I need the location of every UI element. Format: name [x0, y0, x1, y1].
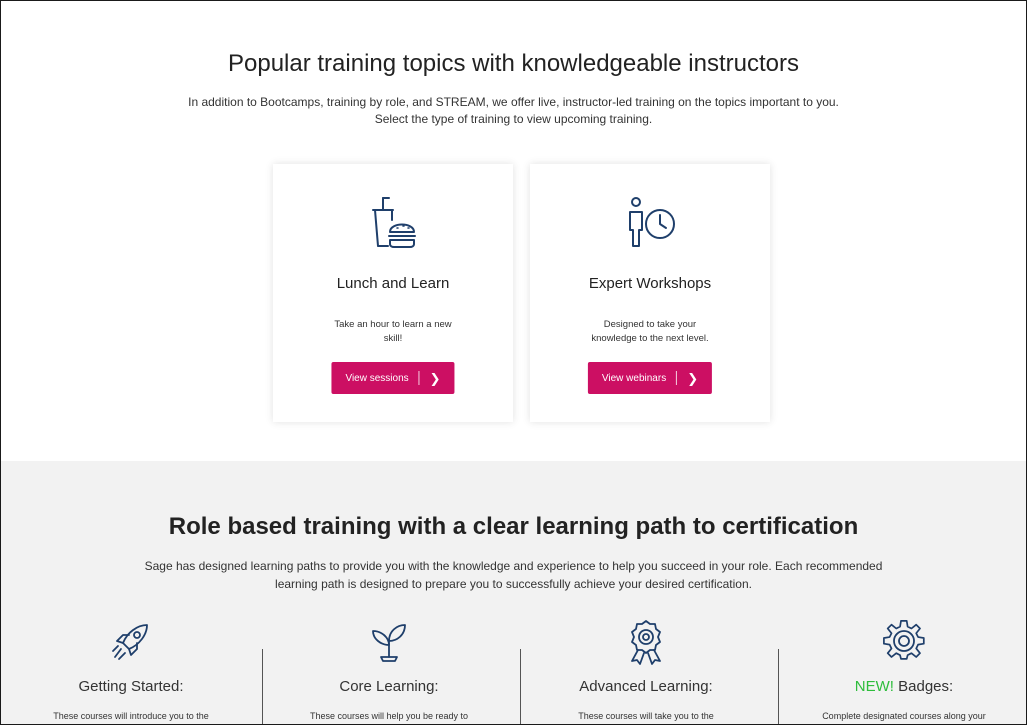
chevron-right-icon: ❯ [429, 370, 441, 386]
button-separator [676, 371, 678, 385]
rocket-icon [6, 619, 256, 665]
chevron-right-icon: ❯ [687, 370, 699, 386]
role-based-intro: Sage has designed learning paths to prov… [1, 557, 1026, 593]
training-topics-intro-line1: In addition to Bootcamps, training by ro… [188, 95, 839, 109]
role-based-intro-line1: Sage has designed learning paths to prov… [144, 559, 883, 573]
role-based-intro-line2: learning path is designed to prepare you… [275, 577, 752, 591]
award-ribbon-icon [521, 619, 771, 665]
expert-workshops-card: Expert Workshops Designed to take your k… [530, 164, 770, 422]
badges-title: NEW! Badges: [779, 678, 1026, 695]
advanced-learning-desc: These courses will take you to the [578, 711, 714, 721]
expert-workshops-desc-line2: knowledge to the next level. [591, 333, 709, 344]
core-learning-path: Core Learning: These courses will help y… [264, 613, 514, 724]
badges-path: NEW! Badges: Complete designated courses… [779, 613, 1026, 724]
view-webinars-button[interactable]: View webinars ❯ [587, 362, 713, 394]
getting-started-title: Getting Started: [78, 678, 184, 695]
page: Popular training topics with knowledgeab… [0, 0, 1027, 725]
training-topics-title: Popular training topics with knowledgeab… [228, 50, 799, 77]
lunch-icon [273, 194, 513, 264]
view-webinars-label: View webinars [601, 372, 667, 384]
role-based-section: Role based training with a clear learnin… [1, 461, 1026, 724]
expert-workshops-title: Expert Workshops [588, 275, 712, 292]
core-learning-title: Core Learning: [339, 678, 439, 695]
lunch-and-learn-title: Lunch and Learn [336, 275, 450, 292]
training-topics-intro-line2: Select the type of training to view upco… [374, 112, 653, 126]
gear-badge-icon [779, 619, 1026, 665]
role-based-title: Role based training with a clear learnin… [168, 513, 859, 540]
badges-desc: Complete designated courses along your [822, 711, 986, 721]
core-learning-desc: These courses will help you be ready to [309, 711, 469, 721]
training-topics-section: Popular training topics with knowledgeab… [1, 1, 1026, 461]
lunch-and-learn-desc: Take an hour to learn a new skill! [313, 318, 473, 346]
view-sessions-button[interactable]: View sessions ❯ [331, 362, 455, 394]
getting-started-path: Getting Started: These courses will intr… [6, 613, 256, 724]
lunch-and-learn-card: Lunch and Learn Take an hour to learn a … [273, 164, 513, 422]
advanced-learning-title: Advanced Learning: [579, 678, 713, 695]
new-badge-label: NEW! [854, 678, 894, 695]
badges-title-text: Badges: [893, 678, 954, 695]
person-clock-icon [530, 194, 770, 264]
expert-workshops-desc: Designed to take your knowledge to the n… [570, 318, 730, 346]
plant-icon [264, 619, 514, 665]
lunch-and-learn-desc-line2: skill! [383, 333, 403, 344]
expert-workshops-desc-line1: Designed to take your [603, 319, 697, 330]
column-divider [262, 649, 263, 724]
view-sessions-label: View sessions [345, 372, 409, 384]
training-topics-intro: In addition to Bootcamps, training by ro… [1, 94, 1026, 128]
advanced-learning-path: Advanced Learning: These courses will ta… [521, 613, 771, 724]
lunch-and-learn-desc-line1: Take an hour to learn a new [334, 319, 452, 330]
getting-started-desc: These courses will introduce you to the [53, 711, 209, 721]
button-separator [418, 371, 420, 385]
